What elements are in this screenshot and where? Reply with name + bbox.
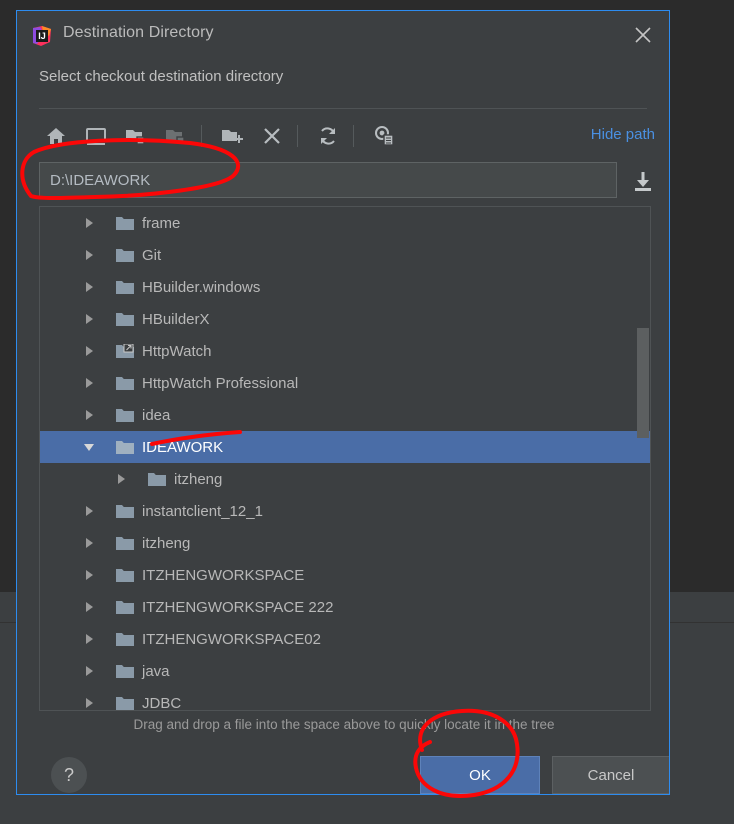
refresh-icon[interactable] bbox=[311, 119, 345, 153]
desktop-icon[interactable] bbox=[79, 119, 113, 153]
folder-icon bbox=[116, 536, 134, 551]
dialog-titlebar: IJ Destination Directory bbox=[17, 11, 669, 57]
module-folder-icon bbox=[159, 119, 193, 153]
new-folder-icon[interactable] bbox=[215, 119, 249, 153]
chevron-right-icon[interactable] bbox=[82, 248, 96, 262]
chevron-right-icon[interactable] bbox=[82, 696, 96, 710]
tree-row[interactable]: Git bbox=[40, 239, 650, 271]
chevron-right-icon[interactable] bbox=[82, 664, 96, 678]
ok-button[interactable]: OK bbox=[420, 756, 540, 794]
folder-icon bbox=[116, 280, 134, 295]
tree-row[interactable]: frame bbox=[40, 207, 650, 239]
tree-row[interactable]: idea bbox=[40, 399, 650, 431]
chevron-right-icon[interactable] bbox=[82, 344, 96, 358]
tree-row-label: frame bbox=[142, 214, 181, 232]
chevron-right-icon[interactable] bbox=[82, 376, 96, 390]
folder-icon bbox=[116, 696, 134, 711]
tree-row[interactable]: IDEAWORK bbox=[40, 431, 650, 463]
destination-directory-dialog: IJ Destination Directory Select checkout… bbox=[16, 10, 670, 795]
chevron-right-icon[interactable] bbox=[82, 504, 96, 518]
dialog-subtitle: Select checkout destination directory bbox=[39, 68, 284, 85]
home-icon[interactable] bbox=[39, 119, 73, 153]
tree-row[interactable]: HBuilder.windows bbox=[40, 271, 650, 303]
path-row bbox=[17, 159, 669, 203]
tree-row-label: HttpWatch Professional bbox=[142, 374, 299, 392]
close-icon[interactable] bbox=[631, 23, 655, 47]
tree-row[interactable]: ITZHENGWORKSPACE bbox=[40, 559, 650, 591]
folder-icon bbox=[116, 664, 134, 679]
dialog-divider bbox=[39, 108, 647, 109]
tree-row[interactable]: instantclient_12_1 bbox=[40, 495, 650, 527]
chevron-right-icon[interactable] bbox=[114, 472, 128, 486]
directory-tree: frame Git HBuilder.windows HBuilderX Htt… bbox=[40, 207, 650, 711]
tree-row-label: JDBC bbox=[142, 694, 182, 711]
chevron-right-icon[interactable] bbox=[82, 568, 96, 582]
folder-icon bbox=[116, 504, 134, 519]
project-folder-icon[interactable] bbox=[119, 119, 153, 153]
svg-text:IJ: IJ bbox=[38, 31, 46, 41]
path-input[interactable] bbox=[39, 162, 617, 198]
tree-row-label: Git bbox=[142, 246, 162, 264]
folder-icon bbox=[116, 440, 134, 455]
folder-symlink-icon bbox=[116, 343, 134, 359]
tree-row[interactable]: itzheng bbox=[40, 527, 650, 559]
tree-row-label: HBuilderX bbox=[142, 310, 210, 328]
tree-row-label: HBuilder.windows bbox=[142, 278, 261, 296]
dialog-title: Destination Directory bbox=[63, 24, 214, 41]
folder-icon bbox=[116, 568, 134, 583]
tree-row[interactable]: itzheng bbox=[40, 463, 650, 495]
download-arrow-icon[interactable] bbox=[629, 167, 657, 195]
hide-path-link[interactable]: Hide path bbox=[591, 126, 655, 143]
folder-icon bbox=[116, 632, 134, 647]
intellij-idea-logo-icon: IJ bbox=[31, 25, 53, 47]
directory-tree-panel[interactable]: frame Git HBuilder.windows HBuilderX Htt… bbox=[39, 206, 651, 711]
chevron-right-icon[interactable] bbox=[82, 408, 96, 422]
chevron-right-icon[interactable] bbox=[82, 536, 96, 550]
tree-scrollbar-thumb[interactable] bbox=[637, 327, 649, 439]
toolbar-separator-3 bbox=[353, 125, 354, 147]
tree-row[interactable]: JDBC bbox=[40, 687, 650, 711]
chevron-right-icon[interactable] bbox=[82, 600, 96, 614]
tree-row[interactable]: ITZHENGWORKSPACE02 bbox=[40, 623, 650, 655]
help-button[interactable]: ? bbox=[51, 757, 87, 793]
folder-icon bbox=[116, 600, 134, 615]
tree-row[interactable]: HBuilderX bbox=[40, 303, 650, 335]
show-hidden-icon[interactable] bbox=[367, 119, 401, 153]
tree-row-label: IDEAWORK bbox=[142, 438, 224, 456]
chevron-right-icon[interactable] bbox=[82, 632, 96, 646]
tree-row-label: java bbox=[142, 662, 170, 680]
chevron-down-icon[interactable] bbox=[82, 440, 96, 454]
tree-row-label: ITZHENGWORKSPACE02 bbox=[142, 630, 321, 648]
tree-row-label: itzheng bbox=[174, 470, 223, 488]
chevron-right-icon[interactable] bbox=[82, 280, 96, 294]
delete-icon[interactable] bbox=[255, 119, 289, 153]
folder-icon bbox=[116, 408, 134, 423]
cancel-button[interactable]: Cancel bbox=[552, 756, 669, 794]
tree-row-label: instantclient_12_1 bbox=[142, 502, 263, 520]
tree-row-label: idea bbox=[142, 406, 171, 424]
file-chooser-toolbar: Hide path bbox=[17, 113, 669, 159]
folder-icon bbox=[116, 248, 134, 263]
folder-icon bbox=[116, 376, 134, 391]
folder-icon bbox=[116, 216, 134, 231]
toolbar-separator-1 bbox=[201, 125, 202, 147]
tree-row-label: itzheng bbox=[142, 534, 191, 552]
tree-row[interactable]: java bbox=[40, 655, 650, 687]
tree-row-label: ITZHENGWORKSPACE 222 bbox=[142, 598, 334, 616]
tree-row-label: HttpWatch bbox=[142, 342, 212, 360]
tree-row[interactable]: ITZHENGWORKSPACE 222 bbox=[40, 591, 650, 623]
tree-row[interactable]: HttpWatch bbox=[40, 335, 650, 367]
toolbar-separator-2 bbox=[297, 125, 298, 147]
chevron-right-icon[interactable] bbox=[82, 216, 96, 230]
tree-row[interactable]: HttpWatch Professional bbox=[40, 367, 650, 399]
tree-row-label: ITZHENGWORKSPACE bbox=[142, 566, 305, 584]
chevron-right-icon[interactable] bbox=[82, 312, 96, 326]
drag-drop-hint: Drag and drop a file into the space abov… bbox=[133, 717, 555, 732]
tree-scrollbar-track[interactable] bbox=[636, 207, 650, 710]
folder-icon bbox=[148, 472, 166, 487]
folder-icon bbox=[116, 312, 134, 327]
